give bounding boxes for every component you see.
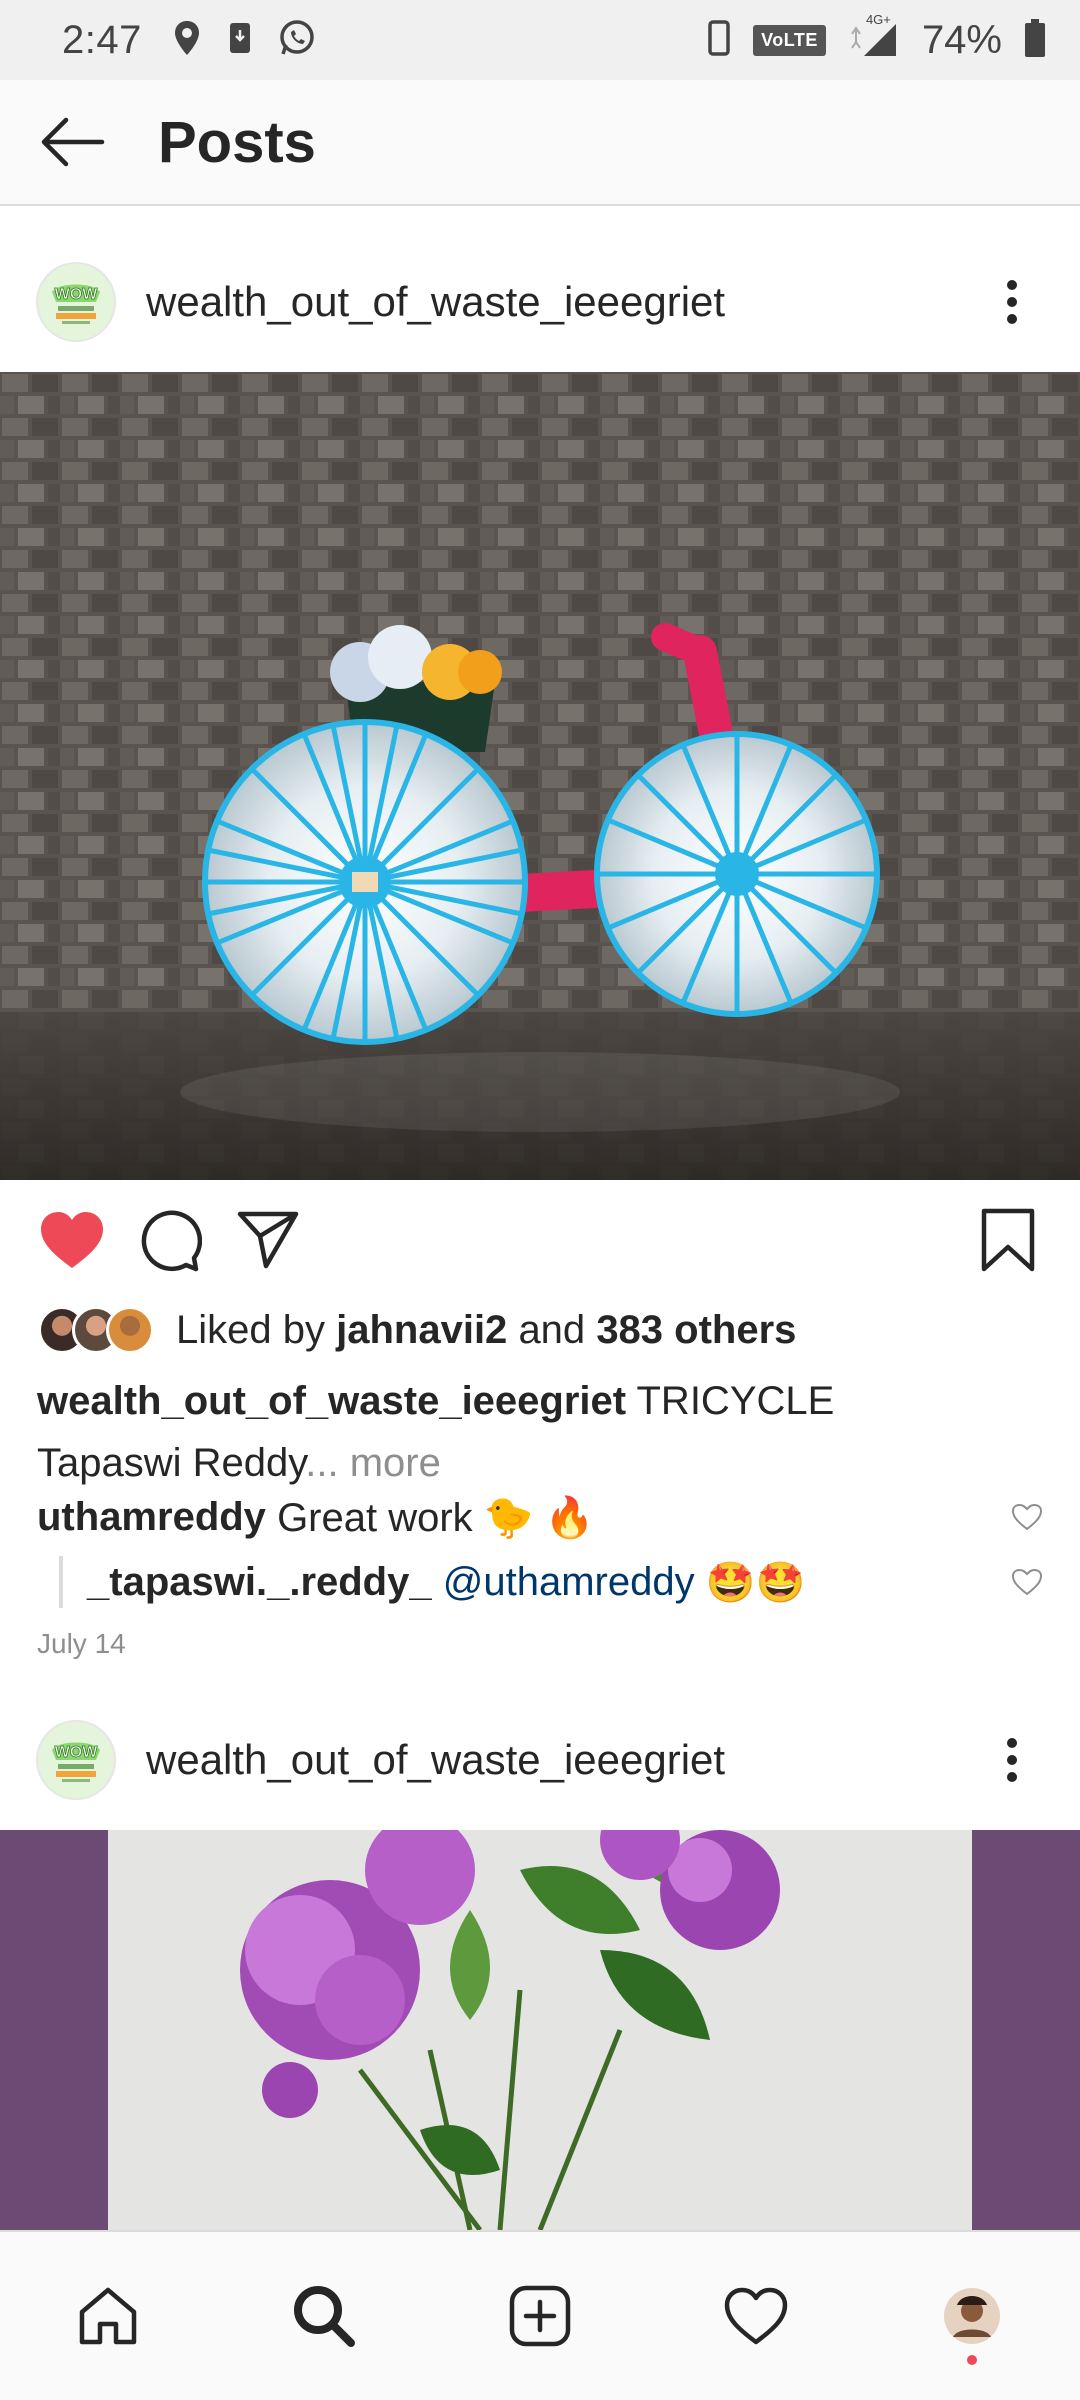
battery-icon <box>1024 18 1046 63</box>
heart-outline-icon <box>1011 1568 1043 1596</box>
post-header: WOW wealth_out_of_waste_ieeegriet <box>0 222 1080 382</box>
caption-line2: Tapaswi Reddy <box>37 1441 306 1485</box>
home-icon <box>79 2287 137 2345</box>
likes-row[interactable]: Liked by jahnavii2 and 383 others <box>38 1300 796 1360</box>
avatar-text: WOW <box>55 1744 99 1761</box>
nav-activity[interactable] <box>701 2261 811 2371</box>
bottom-navigation <box>0 2230 1080 2400</box>
more-vertical-icon <box>1007 280 1017 324</box>
likes-others[interactable]: 383 others <box>596 1308 796 1352</box>
more-options-button[interactable] <box>982 1720 1042 1800</box>
wheel-left <box>202 719 528 1045</box>
phone-icon <box>707 19 731 61</box>
status-bar: 2:47 VoLTE 4G+ 74% <box>0 0 1080 80</box>
location-icon <box>172 19 202 62</box>
caption-more-link[interactable]: ... more <box>305 1441 441 1485</box>
notification-icons <box>172 19 316 62</box>
status-time: 2:47 <box>62 17 142 62</box>
notification-dot <box>967 2355 977 2365</box>
more-vertical-icon <box>1007 1738 1017 1782</box>
whatsapp-icon <box>278 19 316 62</box>
heart-icon <box>724 2287 788 2345</box>
save-button[interactable] <box>970 1202 1046 1278</box>
volte-label: VoLTE <box>753 24 826 56</box>
page-title: Posts <box>158 109 316 175</box>
reply-indicator <box>59 1556 63 1608</box>
post-username[interactable]: wealth_out_of_waste_ieeegriet <box>146 278 725 326</box>
download-notification-icon <box>228 21 252 60</box>
post-date: July 14 <box>37 1628 126 1659</box>
reply-like-button[interactable] <box>1007 1562 1047 1602</box>
post-action-bar <box>0 1190 1080 1290</box>
signal-icon: 4G+ <box>848 12 900 63</box>
like-button[interactable] <box>34 1202 110 1278</box>
comment-like-button[interactable] <box>1007 1497 1047 1537</box>
nav-new-post[interactable] <box>485 2261 595 2371</box>
post-image[interactable] <box>0 1830 1080 2230</box>
post-avatar[interactable]: WOW <box>36 1720 116 1800</box>
add-post-icon <box>509 2285 571 2347</box>
avatar-text: WOW <box>55 286 99 303</box>
profile-avatar-icon <box>944 2288 1000 2344</box>
post-image[interactable] <box>0 372 1080 1180</box>
heart-outline-icon <box>1011 1503 1043 1531</box>
back-button[interactable] <box>22 92 122 192</box>
comment-row: uthamreddy Great work 🐤 🔥 <box>37 1487 1047 1547</box>
share-button[interactable] <box>230 1202 306 1278</box>
bookmark-icon <box>981 1208 1035 1272</box>
wheel-right <box>594 731 880 1017</box>
reply-username[interactable]: _tapaswi._.reddy_ <box>87 1560 432 1605</box>
network-type-label: 4G+ <box>865 11 891 27</box>
app-header: Posts <box>0 80 1080 206</box>
post-avatar[interactable]: WOW <box>36 262 116 342</box>
comment-text: Great work 🐤 🔥 <box>277 1495 595 1540</box>
reply-mention[interactable]: @uthamreddy <box>443 1560 695 1605</box>
post-username[interactable]: wealth_out_of_waste_ieeegriet <box>146 1736 725 1784</box>
arrow-left-icon <box>41 117 105 167</box>
comment-username[interactable]: uthamreddy <box>37 1495 266 1540</box>
comment-icon <box>141 1210 202 1272</box>
likes-prefix: Liked by <box>176 1307 325 1352</box>
liker-avatars <box>38 1306 154 1354</box>
avatar <box>106 1306 154 1354</box>
heart-filled-icon <box>41 1212 103 1268</box>
likes-text: Liked by jahnavii2 and 383 others <box>176 1308 796 1353</box>
send-icon <box>237 1211 299 1269</box>
search-icon <box>294 2286 355 2347</box>
liker-username[interactable]: jahnavii2 <box>336 1308 507 1352</box>
nav-profile[interactable] <box>917 2261 1027 2371</box>
post-header: WOW wealth_out_of_waste_ieeegriet <box>0 1680 1080 1840</box>
more-options-button[interactable] <box>982 262 1042 342</box>
reply-text: 🤩🤩 <box>705 1560 806 1605</box>
nav-search[interactable] <box>269 2261 379 2371</box>
battery-percent: 74% <box>921 17 1002 62</box>
post-caption: wealth_out_of_waste_ieeegriet TRICYCLE T… <box>37 1370 1037 1494</box>
comment-button[interactable] <box>132 1202 208 1278</box>
nav-home[interactable] <box>53 2261 163 2371</box>
caption-line1: TRICYCLE <box>636 1379 835 1423</box>
caption-username[interactable]: wealth_out_of_waste_ieeegriet <box>37 1379 626 1423</box>
system-icons: VoLTE 4G+ 74% <box>707 12 1046 63</box>
likes-connector: and <box>518 1307 586 1352</box>
reply-row: _tapaswi._.reddy_ @uthamreddy 🤩🤩 <box>37 1552 1047 1612</box>
